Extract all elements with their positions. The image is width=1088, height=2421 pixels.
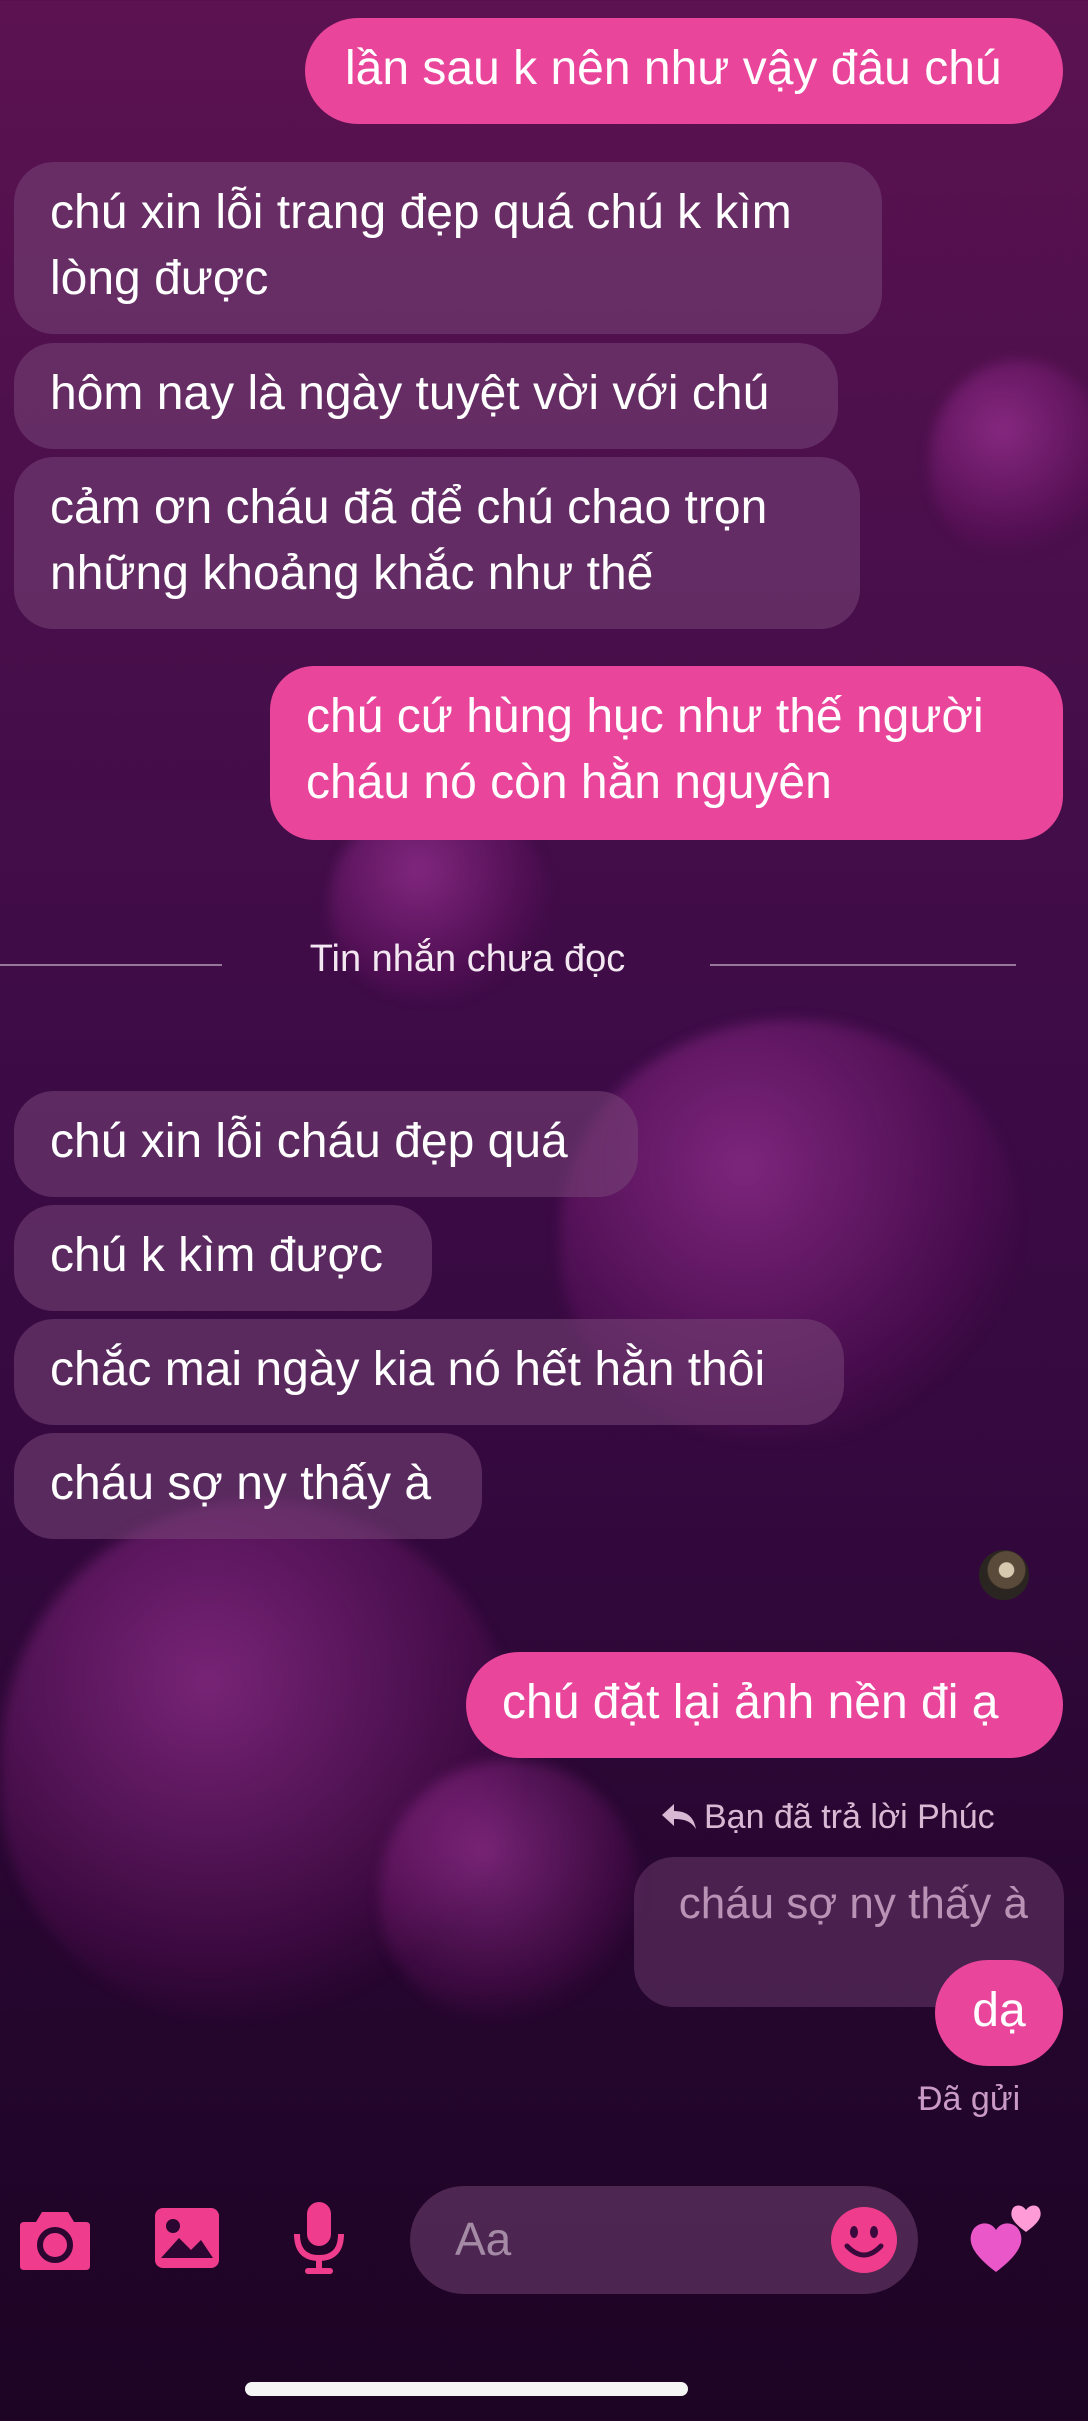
delivery-status: Đã gửi bbox=[918, 2080, 1021, 2118]
divider-line bbox=[710, 964, 1016, 966]
reply-arrow-icon bbox=[662, 1804, 696, 1829]
background-heart bbox=[380, 1760, 640, 2020]
message-text: chú cứ hùng hục như thế người cháu nó cò… bbox=[306, 690, 984, 809]
unread-divider-label: Tin nhắn chưa đọc bbox=[309, 938, 626, 980]
hearts-emoji-icon[interactable] bbox=[966, 2198, 1046, 2283]
message-input[interactable]: Aa bbox=[410, 2186, 918, 2294]
message-text: cảm ơn cháu đã để chú chao trọn những kh… bbox=[50, 481, 768, 600]
quoted-message-text: cháu sợ ny thấy à bbox=[678, 1879, 1028, 1928]
message-text: hôm nay là ngày tuyệt vời với chú bbox=[50, 367, 770, 420]
message-bubble-incoming[interactable]: cảm ơn cháu đã để chú chao trọn những kh… bbox=[14, 457, 860, 629]
message-input-placeholder: Aa bbox=[455, 2213, 512, 2265]
message-text: cháu sợ ny thấy à bbox=[50, 1457, 432, 1510]
message-text: chắc mai ngày kia nó hết hằn thôi bbox=[50, 1343, 766, 1396]
read-receipt-avatar bbox=[979, 1550, 1029, 1600]
smiley-icon[interactable] bbox=[830, 2206, 898, 2279]
message-bubble-incoming[interactable]: chắc mai ngày kia nó hết hằn thôi bbox=[14, 1319, 844, 1425]
message-bubble-incoming[interactable]: hôm nay là ngày tuyệt vời với chú bbox=[14, 343, 838, 449]
reply-header: Bạn đã trả lời Phúc bbox=[660, 1798, 995, 1837]
image-icon[interactable] bbox=[153, 2206, 221, 2275]
message-text: chú k kìm được bbox=[50, 1229, 384, 1282]
reply-header-text: Bạn đã trả lời Phúc bbox=[704, 1798, 995, 1836]
message-text: chú đặt lại ảnh nền đi ạ bbox=[502, 1676, 999, 1729]
message-bubble-outgoing[interactable]: lần sau k nên như vậy đâu chú bbox=[305, 18, 1063, 124]
message-text: chú xin lỗi trang đẹp quá chú k kìm lòng… bbox=[50, 186, 792, 305]
message-text: chú xin lỗi cháu đẹp quá bbox=[50, 1115, 568, 1168]
home-indicator bbox=[245, 2382, 688, 2396]
message-bubble-outgoing[interactable]: chú cứ hùng hục như thế người cháu nó cò… bbox=[270, 666, 1063, 840]
microphone-icon[interactable] bbox=[293, 2200, 345, 2281]
message-bubble-outgoing[interactable]: dạ bbox=[935, 1960, 1063, 2066]
message-bubble-outgoing[interactable]: chú đặt lại ảnh nền đi ạ bbox=[466, 1652, 1063, 1758]
camera-icon[interactable] bbox=[18, 2206, 92, 2277]
background-heart bbox=[930, 360, 1088, 560]
message-text: dạ bbox=[972, 1984, 1026, 2037]
message-bubble-incoming[interactable]: chú xin lỗi trang đẹp quá chú k kìm lòng… bbox=[14, 162, 882, 334]
message-text: lần sau k nên như vậy đâu chú bbox=[345, 42, 1002, 95]
message-bubble-incoming[interactable]: cháu sợ ny thấy à bbox=[14, 1433, 482, 1539]
message-bubble-incoming[interactable]: chú k kìm được bbox=[14, 1205, 432, 1311]
message-bubble-incoming[interactable]: chú xin lỗi cháu đẹp quá bbox=[14, 1091, 638, 1197]
